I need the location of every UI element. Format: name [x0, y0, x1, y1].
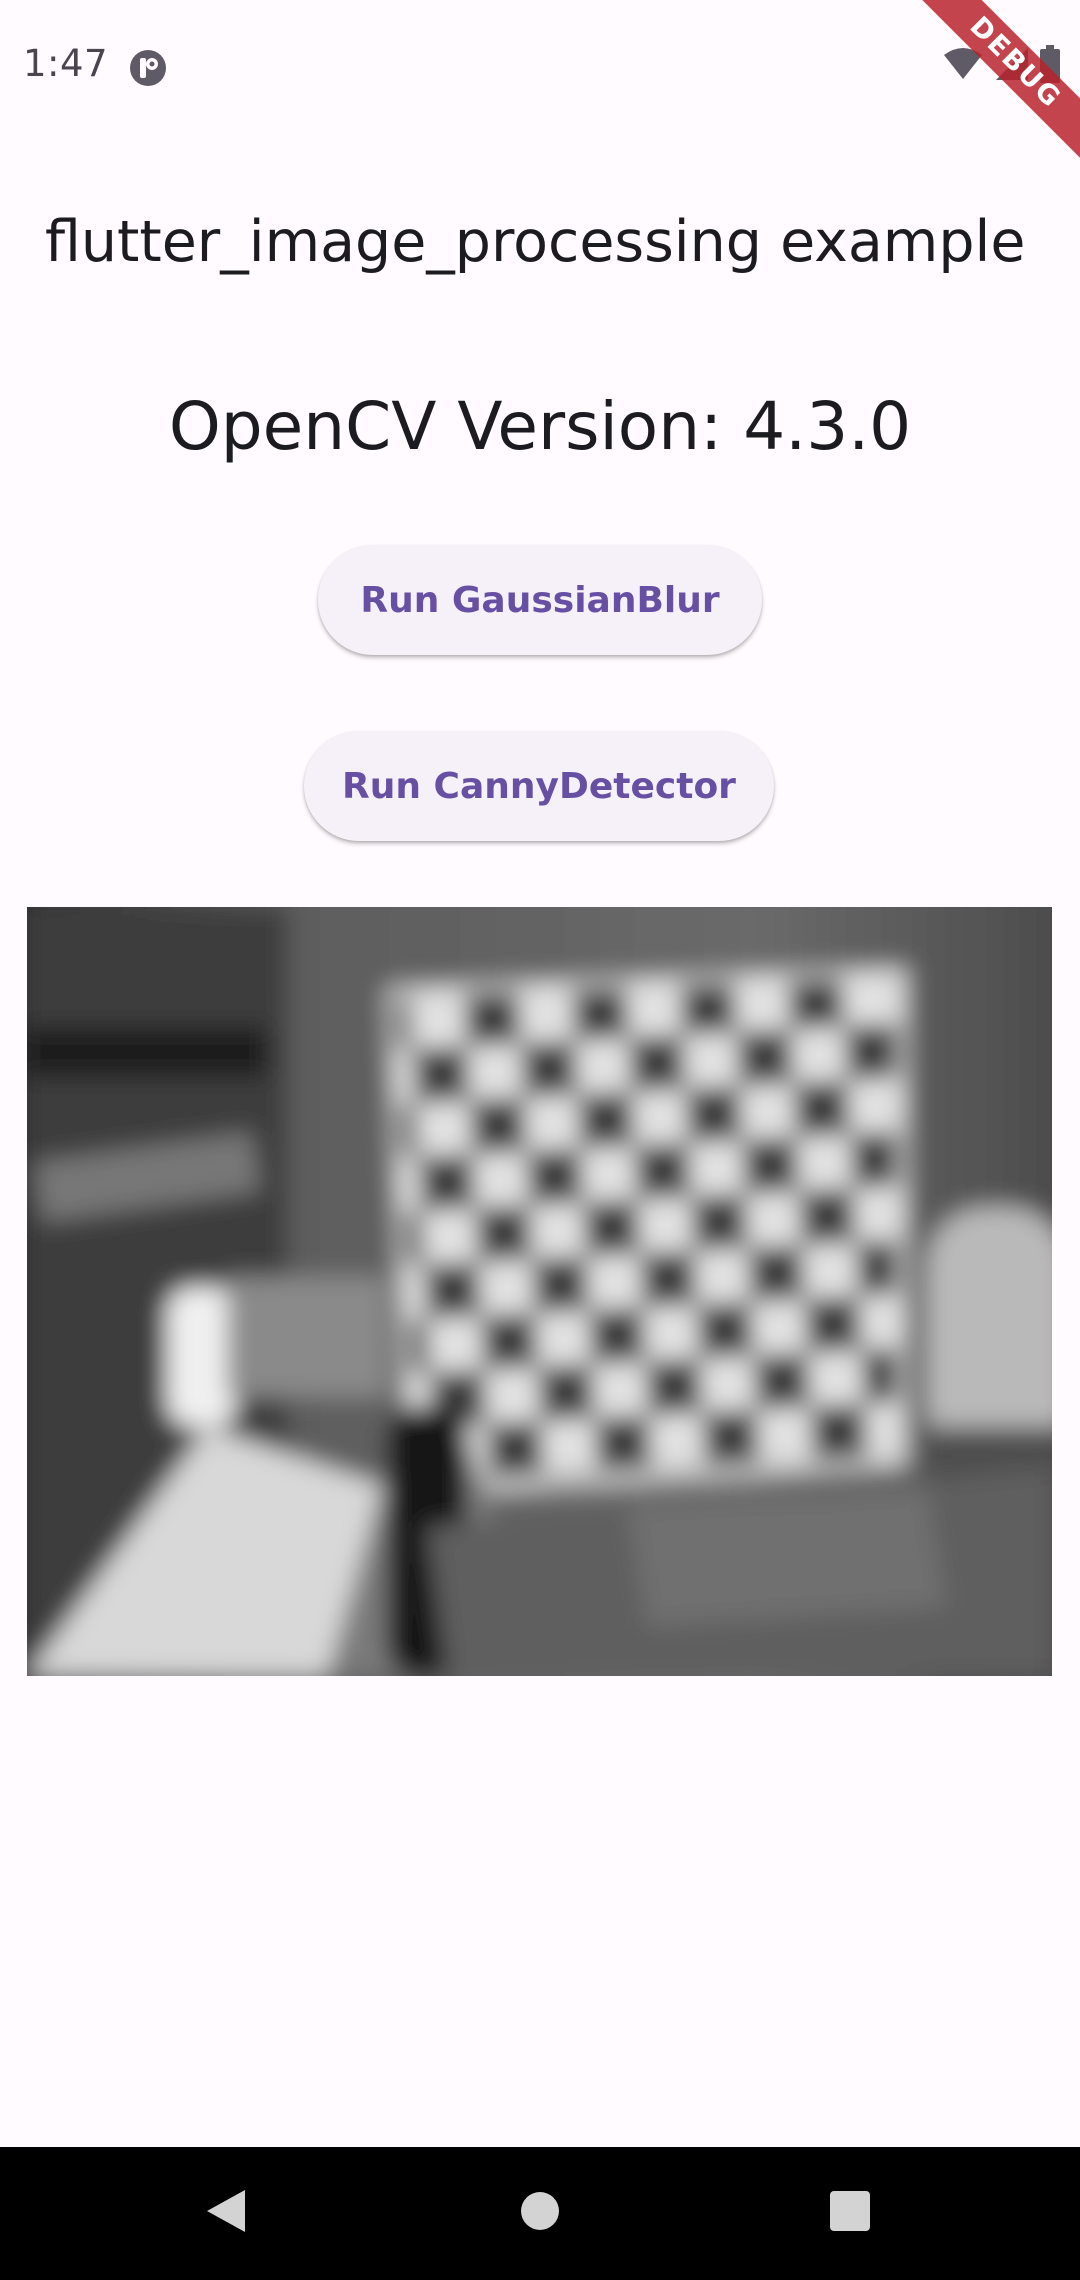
- recents-button[interactable]: [780, 2147, 920, 2280]
- processed-image: [27, 907, 1052, 1676]
- app-title: flutter_image_processing example: [45, 209, 1026, 275]
- app-notification-icon: [128, 48, 168, 88]
- opencv-version-text: OpenCV Version: 4.3.0: [168, 388, 912, 465]
- recents-icon: [829, 2190, 871, 2237]
- app-bar: flutter_image_processing example: [0, 135, 1080, 355]
- run-gaussian-blur-button[interactable]: Run GaussianBlur: [318, 545, 762, 655]
- app-screen: 1:47 DEBUG flutter_image_processing exam…: [0, 0, 1080, 2280]
- back-button[interactable]: [156, 2147, 296, 2280]
- home-icon: [519, 2190, 561, 2237]
- system-nav-bar: [0, 2147, 1080, 2280]
- status-time: 1:47: [23, 42, 109, 85]
- back-icon: [205, 2188, 247, 2239]
- blurred-chessboard-photo: [27, 907, 1052, 1676]
- status-bar: 1:47 DEBUG: [0, 0, 1080, 191]
- run-canny-detector-button[interactable]: Run CannyDetector: [304, 731, 774, 841]
- home-button[interactable]: [470, 2147, 610, 2280]
